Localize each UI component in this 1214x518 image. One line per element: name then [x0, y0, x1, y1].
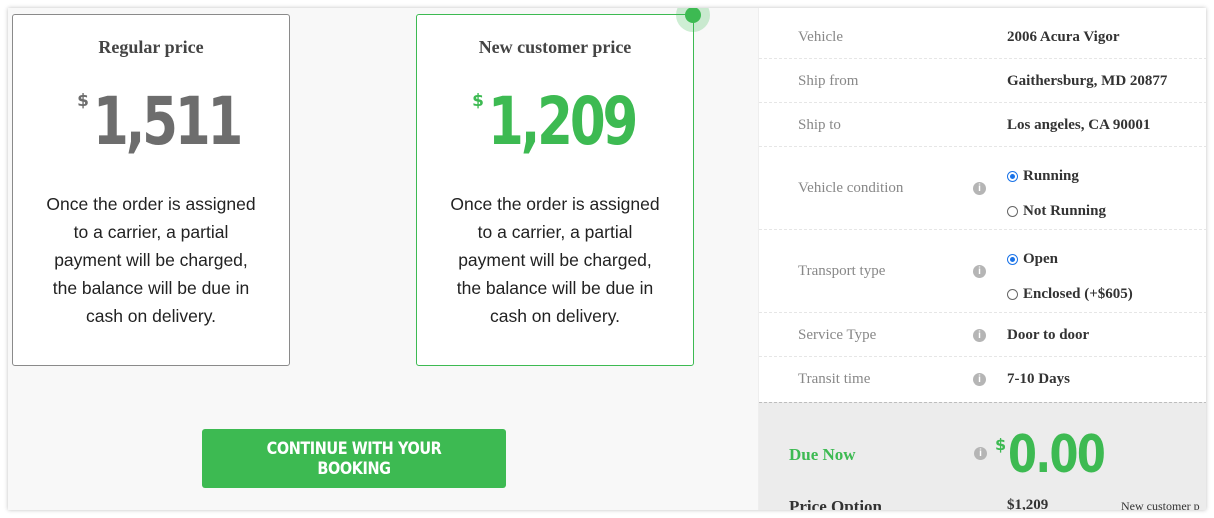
regular-price-card: Regular price $ 1,511 Once the order is …: [12, 14, 290, 366]
detail-row-ship-to: Ship to Los angeles, CA 90001: [759, 103, 1206, 147]
transport-enclosed-label: Enclosed (+$605): [1023, 286, 1133, 302]
detail-row-vehicle: Vehicle 2006 Acura Vigor: [759, 8, 1206, 59]
vehicle-value: 2006 Acura Vigor: [1007, 29, 1120, 45]
condition-not-running-option[interactable]: Not Running: [1007, 203, 1106, 220]
condition-not-running-radio[interactable]: [1007, 206, 1018, 217]
detail-row-vehicle-condition: Vehicle condition i Running Not Running: [759, 147, 1206, 230]
due-now-section: Due Now i $ 0.00 Price Option $1,209 New…: [759, 402, 1206, 510]
regular-price-description: Once the order is assigned to a carrier,…: [46, 194, 256, 326]
due-now-amount: $ 0.00: [995, 425, 1128, 485]
info-icon[interactable]: i: [973, 373, 986, 386]
transport-enclosed-radio[interactable]: [1007, 289, 1018, 300]
continue-booking-label: CONTINUE WITH YOUR BOOKING: [266, 438, 442, 479]
detail-row-ship-from: Ship from Gaithersburg, MD 20877: [759, 59, 1206, 103]
regular-price-title: Regular price: [98, 37, 204, 57]
transport-open-radio[interactable]: [1007, 254, 1018, 265]
info-icon[interactable]: i: [973, 265, 986, 278]
transit-time-label: Transit time: [798, 371, 871, 387]
service-type-label: Service Type: [798, 327, 877, 343]
transport-enclosed-option[interactable]: Enclosed (+$605): [1007, 286, 1133, 303]
new-customer-price-currency: $: [472, 91, 484, 111]
regular-price-currency: $: [77, 91, 89, 111]
new-customer-price-description: Once the order is assigned to a carrier,…: [450, 194, 660, 326]
transit-time-value: 7-10 Days: [1007, 371, 1070, 387]
vehicle-label: Vehicle: [798, 29, 843, 45]
vehicle-condition-label: Vehicle condition: [798, 180, 904, 196]
ship-to-label: Ship to: [798, 117, 841, 133]
condition-not-running-label: Not Running: [1023, 203, 1106, 219]
detail-row-service-type: Service Type i Door to door: [759, 313, 1206, 357]
regular-price-amount: $ 1,511: [13, 77, 289, 167]
order-details-panel: Vehicle 2006 Acura Vigor Ship from Gaith…: [758, 8, 1206, 510]
new-customer-price-value: 1,209: [487, 83, 638, 160]
price-option-value: $1,209: [1007, 497, 1049, 510]
due-now-label: Due Now: [789, 445, 856, 464]
due-now-currency: $: [995, 435, 1007, 454]
transport-open-option[interactable]: Open: [1007, 251, 1058, 268]
new-customer-price-card[interactable]: New customer price $ 1,209 Once the orde…: [416, 14, 694, 366]
price-option-label: Price Option: [789, 497, 883, 510]
transport-type-label: Transport type: [798, 263, 886, 279]
info-icon[interactable]: i: [974, 447, 987, 460]
ship-from-value: Gaithersburg, MD 20877: [1007, 73, 1168, 89]
detail-row-transport-type: Transport type i Open Enclosed (+$605): [759, 230, 1206, 313]
due-now-value: 0.00: [1008, 425, 1106, 485]
info-icon[interactable]: i: [973, 329, 986, 342]
booking-quote-section: Regular price $ 1,511 Once the order is …: [8, 8, 1206, 510]
transport-open-label: Open: [1023, 251, 1059, 267]
price-option-note: New customer p: [1121, 499, 1200, 510]
new-customer-price-title: New customer price: [478, 37, 632, 57]
ship-to-value: Los angeles, CA 90001: [1007, 117, 1151, 133]
condition-running-label: Running: [1023, 168, 1079, 184]
detail-row-transit-time: Transit time i 7-10 Days: [759, 357, 1206, 401]
condition-running-radio[interactable]: [1007, 171, 1018, 182]
service-type-value: Door to door: [1007, 327, 1090, 343]
ship-from-label: Ship from: [798, 73, 859, 89]
info-icon[interactable]: i: [973, 182, 986, 195]
new-customer-price-amount: $ 1,209: [417, 77, 693, 167]
regular-price-value: 1,511: [92, 83, 243, 160]
continue-booking-button[interactable]: CONTINUE WITH YOUR BOOKING: [202, 429, 506, 488]
condition-running-option[interactable]: Running: [1007, 168, 1079, 185]
